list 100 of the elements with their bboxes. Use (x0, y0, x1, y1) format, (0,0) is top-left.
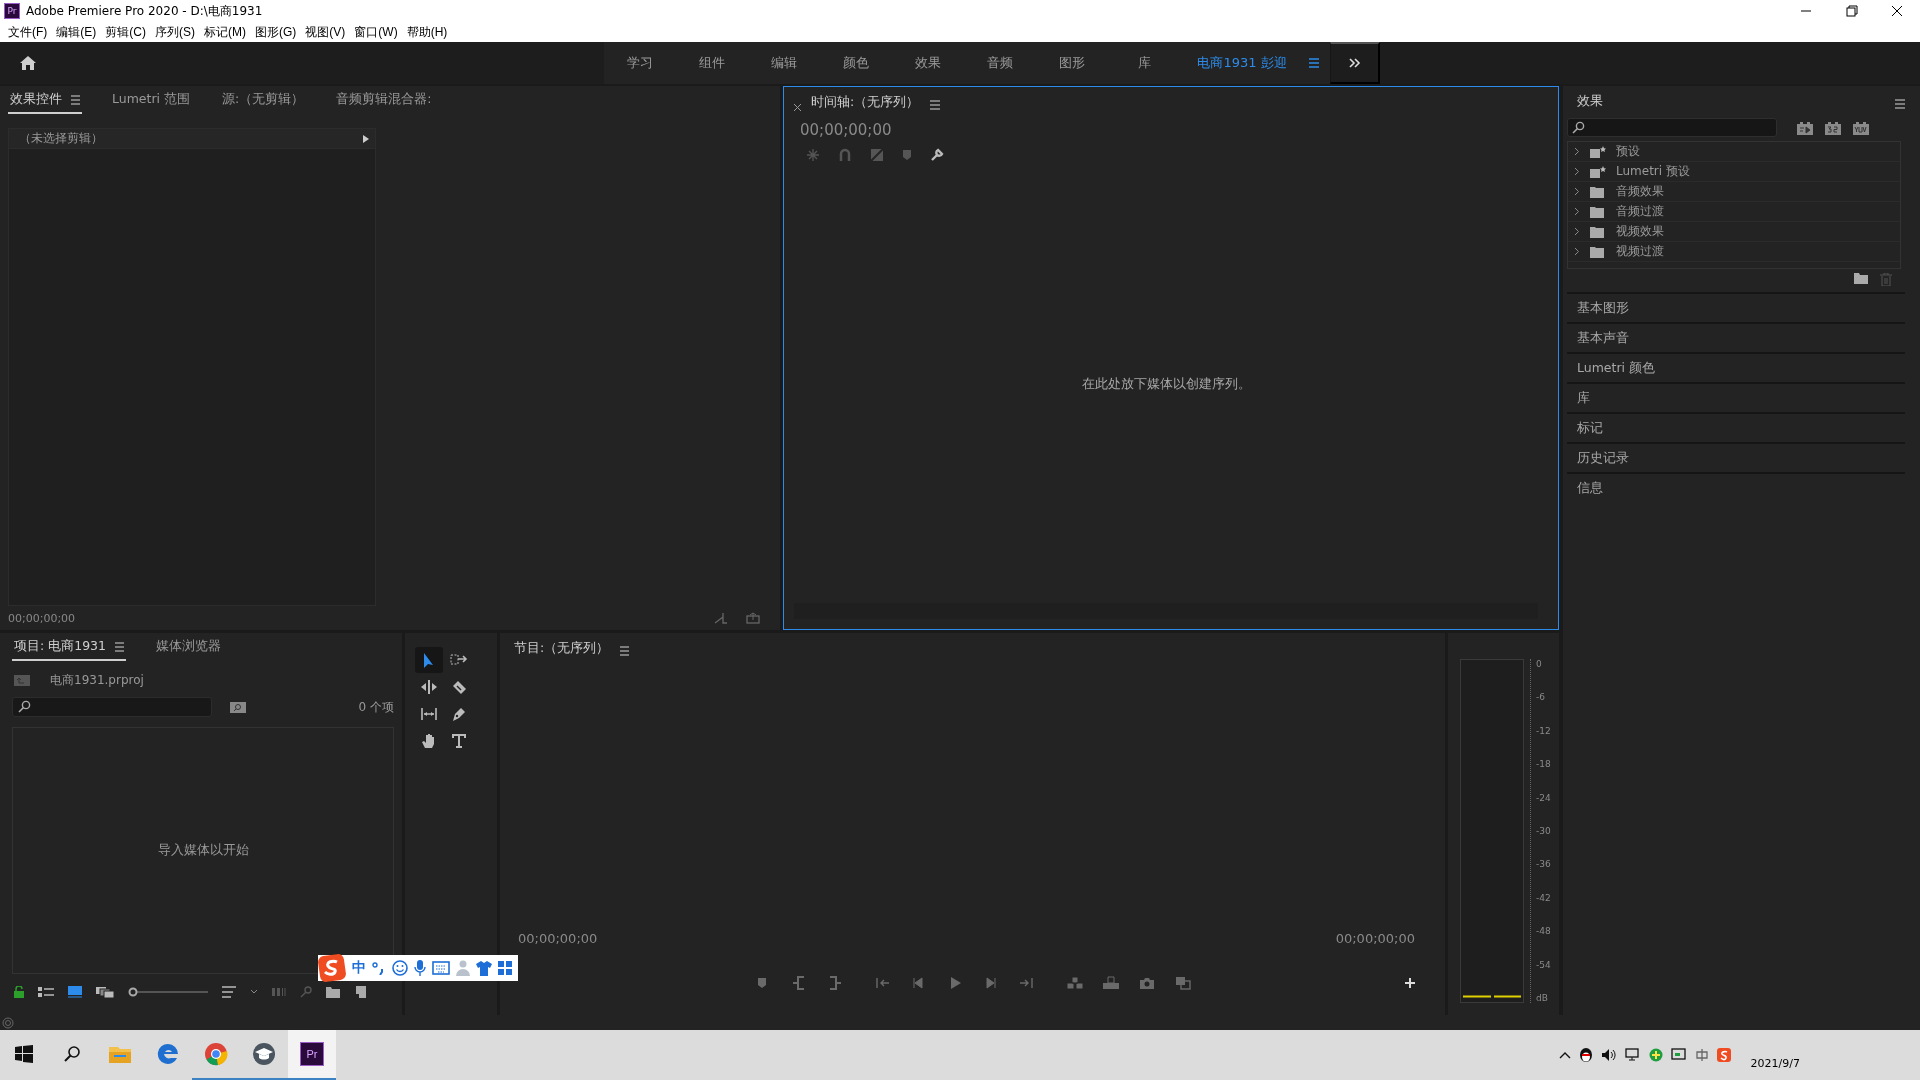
timecode: 00;00;00;00 (8, 611, 76, 625)
workspace-tab[interactable]: 学习 (604, 54, 676, 72)
chevron-icon (1574, 247, 1580, 256)
menu-item[interactable]: 帮助(H) (404, 23, 455, 41)
shirt-icon[interactable] (476, 960, 492, 976)
panel-tab[interactable]: 音频剪辑混合器: (334, 91, 434, 114)
network-icon[interactable] (1624, 1048, 1641, 1062)
menu-item[interactable]: 标记(M) (202, 23, 253, 41)
list-view-icon[interactable] (38, 986, 54, 998)
overwrite-icon (1102, 976, 1119, 990)
workspace-tab[interactable]: 颜色 (820, 54, 892, 72)
panel-tab[interactable]: 效果控件 (8, 91, 82, 114)
search-icon (17, 700, 31, 714)
taskbar-app[interactable]: Pr (288, 1030, 336, 1080)
input-method-icon[interactable] (1694, 1048, 1709, 1062)
microphone-icon[interactable] (414, 960, 426, 976)
menu-item[interactable]: 视图(V) (303, 23, 353, 41)
bit-depth-icon[interactable] (1825, 120, 1841, 135)
workspace-tab[interactable]: 电商1931 彭迎 (1180, 54, 1304, 72)
new-bin-icon[interactable] (326, 986, 340, 998)
icon-view-icon[interactable] (68, 986, 82, 998)
tree-item-label[interactable]: 预设 (1616, 143, 1640, 160)
accelerated-effects-icon[interactable] (1797, 120, 1813, 135)
level-line-drawing (1461, 995, 1523, 998)
menu-item[interactable]: 图形(G) (253, 23, 304, 41)
panel-menu-icon[interactable] (929, 99, 942, 111)
find-bin-icon[interactable] (230, 701, 246, 713)
menu-item[interactable]: 文件(F) (6, 23, 55, 41)
filter-icon[interactable] (714, 612, 728, 624)
zoom-slider[interactable] (128, 987, 208, 997)
chevron-up-icon[interactable] (1558, 1051, 1571, 1059)
expand-icon[interactable] (363, 134, 369, 143)
windows-logo-icon (15, 1045, 33, 1063)
tree-item-label[interactable]: 音频过渡 (1616, 203, 1664, 220)
tree-item-label[interactable]: 视频过渡 (1616, 243, 1664, 260)
panel-section-header[interactable]: 库 (1567, 382, 1905, 412)
wrench-icon[interactable] (930, 148, 944, 162)
workspace-tab[interactable]: 组件 (676, 54, 748, 72)
menu-item[interactable]: 序列(S) (153, 23, 202, 41)
panel-section-header[interactable]: 基本声音 (1567, 322, 1905, 352)
input-mode[interactable]: 中 (352, 959, 366, 977)
status-icon (2, 1016, 14, 1029)
workspace-tab[interactable]: 编辑 (748, 54, 820, 72)
panel-menu-icon[interactable] (1894, 98, 1906, 110)
tree-item-label[interactable]: Lumetri 预设 (1616, 163, 1690, 180)
new-item-icon[interactable] (354, 986, 366, 998)
panel-section-header[interactable]: 标记 (1567, 412, 1905, 442)
panel-section-header[interactable]: 信息 (1567, 472, 1905, 502)
workspace-tab[interactable]: 图形 (1036, 54, 1108, 72)
panel-section-header[interactable]: 历史记录 (1567, 442, 1905, 472)
freeform-view-icon[interactable] (96, 986, 114, 998)
panel-title: 效果 (1577, 93, 1603, 110)
search-icon (1571, 120, 1585, 135)
color-space-icon[interactable] (1853, 120, 1869, 135)
speaker-icon[interactable] (1600, 1048, 1617, 1062)
grid-icon[interactable] (498, 961, 512, 975)
import-hint: 导入媒体以开始 (157, 842, 249, 859)
chevron-icon (1574, 147, 1580, 156)
tree-item-label[interactable]: 音频效果 (1616, 183, 1664, 200)
penguin-icon[interactable] (1578, 1047, 1593, 1063)
marker-icon[interactable] (902, 149, 912, 161)
insert-icon (1066, 976, 1083, 990)
search-field[interactable] (1567, 118, 1777, 137)
tree-item-label[interactable]: 视频效果 (1616, 223, 1664, 240)
plus-icon (1404, 977, 1416, 989)
panel-title: 时间轴:（无序列） (811, 94, 920, 111)
emoji-icon[interactable] (392, 960, 408, 976)
shield-icon[interactable] (1648, 1048, 1663, 1062)
more-workspaces-button[interactable] (1330, 42, 1380, 84)
star-folder-icon (1590, 145, 1606, 158)
tool-button[interactable] (415, 647, 443, 673)
workspace-tab[interactable]: 库 (1108, 54, 1180, 72)
sogou-icon[interactable] (318, 954, 346, 982)
search-field[interactable] (12, 697, 212, 717)
punctuation-icon[interactable] (372, 961, 386, 975)
panel-menu-icon[interactable] (619, 645, 630, 657)
panel-section-header[interactable]: Lumetri 颜色 (1567, 352, 1905, 382)
panel-section-header[interactable]: 基本图形 (1567, 292, 1905, 322)
new-bin-icon[interactable] (1854, 273, 1868, 284)
clip-label: （未选择剪辑） (19, 130, 103, 147)
monitor-icon[interactable] (1670, 1048, 1687, 1062)
keyboard-icon[interactable] (432, 961, 450, 975)
chevron-icon (1574, 207, 1580, 216)
panel-tab[interactable]: 项目: 电商1931 (12, 638, 126, 661)
close-icon[interactable] (794, 104, 801, 111)
workspace-tab[interactable]: 音频 (964, 54, 1036, 72)
export-icon[interactable] (746, 612, 760, 624)
panel-tab[interactable]: 源:（无剪辑） (220, 91, 307, 114)
panel-tab[interactable]: 媒体浏览器 (154, 638, 223, 661)
go-to-in-icon (874, 976, 891, 990)
workspace-tab[interactable]: 效果 (892, 54, 964, 72)
menu-item[interactable]: 编辑(E) (54, 23, 104, 41)
menu-item[interactable]: 窗口(W) (352, 23, 405, 41)
panel-tab[interactable]: Lumetri 范围 (110, 91, 193, 114)
menu-item[interactable]: 剪辑(C) (103, 23, 153, 41)
folder-up-icon (14, 674, 30, 686)
lock-icon[interactable] (14, 986, 24, 998)
dropdown-icon[interactable] (250, 989, 258, 995)
clock-date: 2021/9/7 (1750, 1055, 1800, 1070)
sort-icon[interactable] (222, 986, 236, 998)
